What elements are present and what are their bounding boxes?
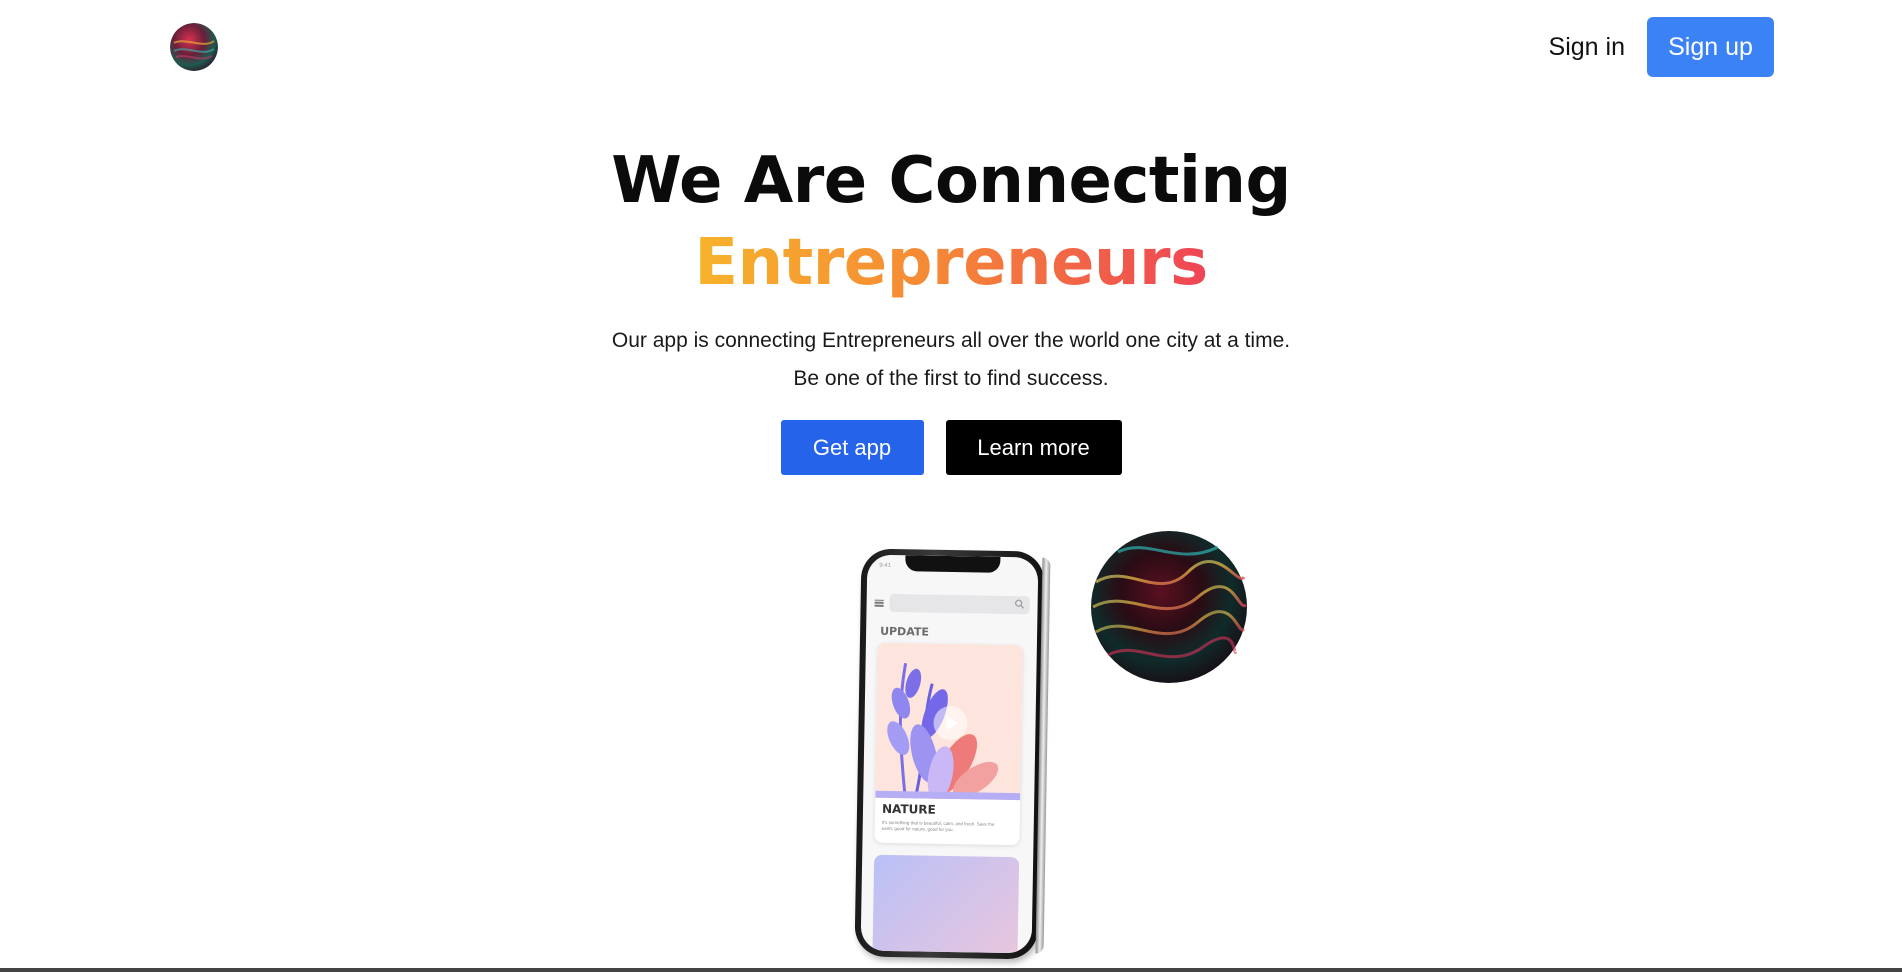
hero-headline: We Are Connecting <box>611 144 1291 218</box>
hero-headline-accent: Entrepreneurs <box>0 222 1902 304</box>
hero-subtext: Our app is connecting Entrepreneurs all … <box>0 322 1902 398</box>
get-app-button[interactable]: Get app <box>780 420 924 475</box>
phone-card-description: It's something that is beautiful, calm, … <box>881 819 995 833</box>
phone-card-title: NATURE <box>881 801 936 817</box>
phone-mockup: 9:41 UPDATE NATURE It's something that i… <box>854 548 1045 960</box>
hamburger-menu-icon <box>874 599 884 607</box>
header-actions: Sign in Sign up <box>1549 17 1774 77</box>
phone-screen: 9:41 UPDATE NATURE It's something that i… <box>860 554 1039 954</box>
sign-up-button[interactable]: Sign up <box>1647 17 1774 77</box>
bottom-divider <box>0 968 1902 972</box>
play-icon <box>933 705 968 741</box>
gradient-orb-logo-icon[interactable] <box>170 23 218 71</box>
sign-in-link[interactable]: Sign in <box>1549 17 1625 77</box>
landing-page: Sign in Sign up We Are Connecting Entrep… <box>0 0 1902 972</box>
phone-search-bar <box>889 593 1030 615</box>
phone-notch <box>905 555 1001 573</box>
hero-subtext-line2: Be one of the first to find success. <box>793 367 1109 390</box>
hero-cta-row: Get app Learn more <box>0 420 1902 475</box>
hero-subtext-line1: Our app is connecting Entrepreneurs all … <box>611 329 1291 352</box>
phone-search-row <box>874 593 1030 616</box>
hero-section: We Are Connecting Entrepreneurs Our app … <box>0 140 1902 475</box>
phone-section-label: UPDATE <box>880 624 930 639</box>
phone-status-time: 9:41 <box>879 562 892 569</box>
search-icon <box>1015 599 1024 609</box>
learn-more-button[interactable]: Learn more <box>945 420 1122 475</box>
phone-nature-card: NATURE It's something that is beautiful,… <box>874 642 1023 846</box>
hero-accent-text: Entrepreneurs <box>694 226 1208 300</box>
abstract-wave-orb-icon <box>1088 527 1250 689</box>
phone-second-card <box>872 854 1020 954</box>
